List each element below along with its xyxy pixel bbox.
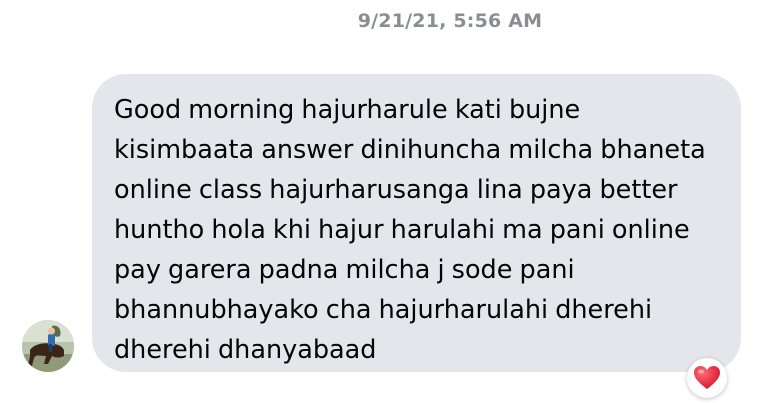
messenger-thread: 9/21/21, 5:56 AM Good morning hajurharul…	[0, 0, 763, 403]
message-timestamp: 9/21/21, 5:56 AM	[357, 10, 543, 32]
reaction-badge[interactable]	[687, 358, 727, 398]
message-text: Good morning hajurharule kati bujne kisi…	[114, 95, 706, 365]
heart-icon	[694, 366, 720, 389]
sender-avatar-icon	[22, 320, 74, 372]
avatar[interactable]	[22, 320, 74, 372]
message-bubble[interactable]: Good morning hajurharule kati bujne kisi…	[92, 74, 741, 372]
